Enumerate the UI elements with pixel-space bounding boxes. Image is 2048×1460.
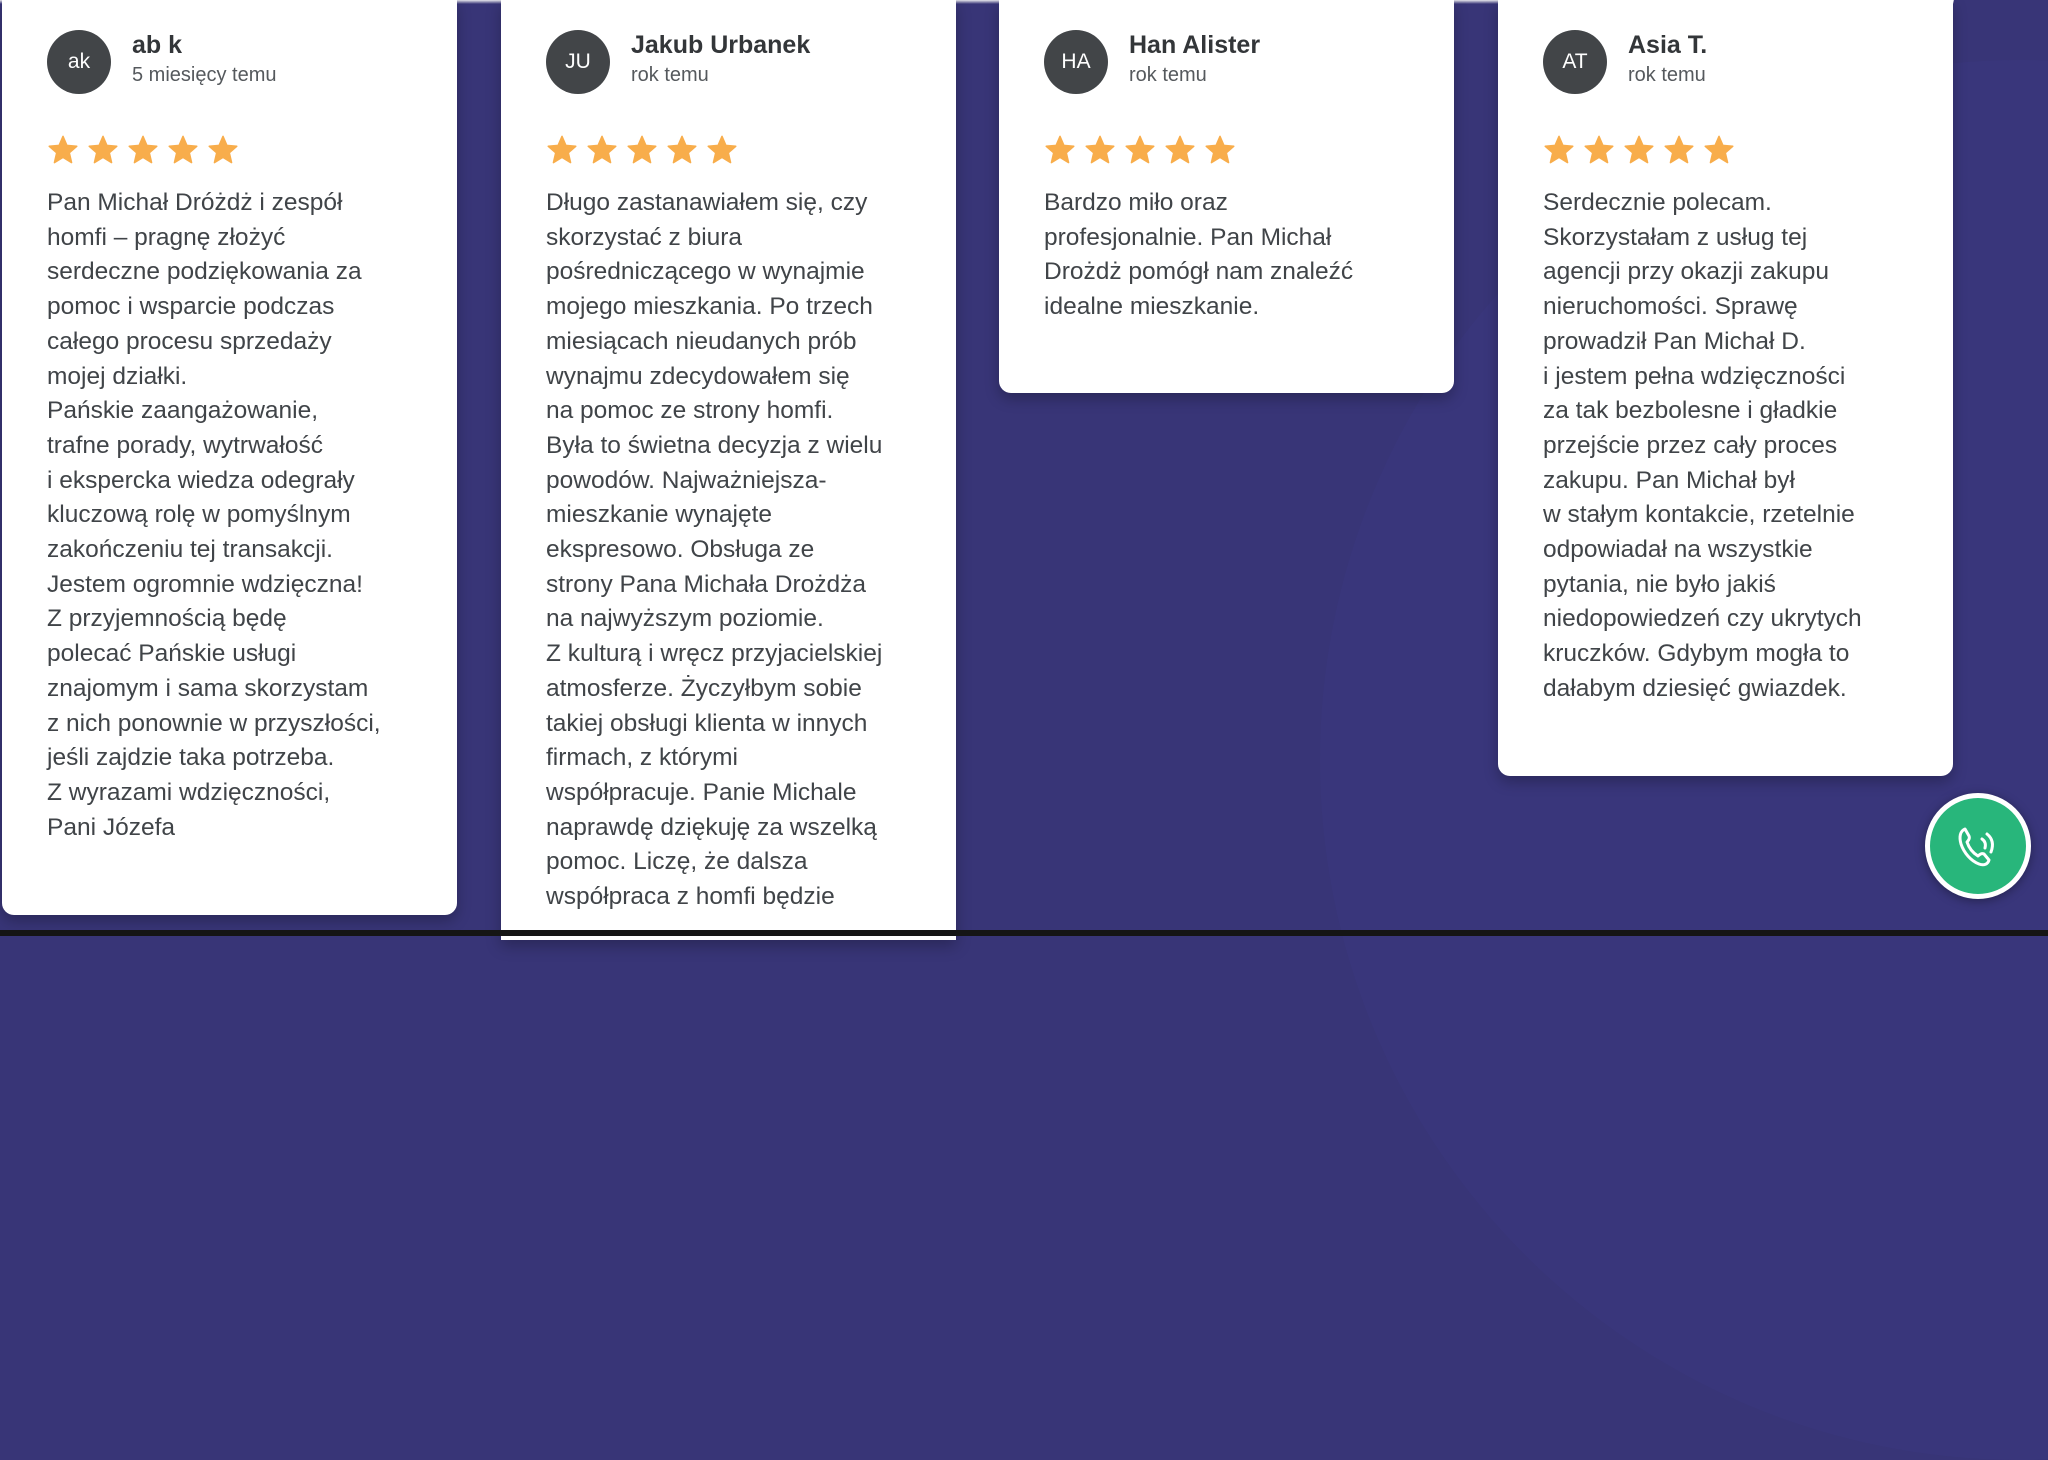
review-text: Pan Michał Dróżdż i zespół homfi – pragn… <box>47 189 381 841</box>
reviewer-meta: Asia T. rok temu <box>1628 30 1707 88</box>
avatar: AT <box>1543 30 1607 94</box>
reviewer-name: Jakub Urbanek <box>631 31 811 59</box>
star-icon <box>707 135 737 164</box>
review-card: AT Asia T. rok temu Serdecznie polecam. … <box>1498 0 1953 776</box>
star-icon <box>627 135 657 164</box>
star-icon <box>128 135 158 164</box>
star-icon <box>208 135 238 164</box>
review-time: 5 miesięcy temu <box>132 64 277 86</box>
star-icon <box>1205 135 1235 164</box>
reviewer-meta: Jakub Urbanek rok temu <box>631 30 810 88</box>
review-header: ak ab k 5 miesięcy temu <box>47 30 417 94</box>
star-icon <box>168 135 198 164</box>
star-icon <box>1045 135 1075 164</box>
star-icon <box>667 135 697 164</box>
star-icon <box>48 135 78 164</box>
reviewer-meta: ab k 5 miesięcy temu <box>132 30 277 88</box>
star-icon <box>587 135 617 164</box>
call-button[interactable] <box>1925 793 2031 899</box>
review-card: ak ab k 5 miesięcy temu Pan Michał Dróżd… <box>2 0 457 915</box>
review-header: JU Jakub Urbanek rok temu <box>546 30 916 94</box>
phone-call-icon <box>1958 827 1994 867</box>
review-time: rok temu <box>631 64 709 86</box>
avatar: ak <box>47 30 111 94</box>
star-icon <box>547 135 577 164</box>
review-header: AT Asia T. rok temu <box>1543 30 1913 94</box>
review-text: Bardzo miło oraz profesjonalnie. Pan Mic… <box>1044 189 1354 321</box>
review-card: JU Jakub Urbanek rok temu Długo zastanaw… <box>501 0 956 940</box>
star-icon <box>1125 135 1155 164</box>
review-time: rok temu <box>1628 64 1706 86</box>
star-icon <box>88 135 118 164</box>
reviewer-name: Asia T. <box>1628 31 1708 59</box>
reviewer-name: ab k <box>132 31 183 59</box>
review-time: rok temu <box>1129 64 1207 86</box>
reviewer-meta: Han Alister rok temu <box>1129 30 1260 88</box>
review-header: HA Han Alister rok temu <box>1044 30 1414 94</box>
page-bottom-edge <box>0 930 2048 936</box>
star-icon <box>1544 135 1574 164</box>
star-icon <box>1584 135 1614 164</box>
avatar: JU <box>546 30 610 94</box>
star-icon <box>1085 135 1115 164</box>
star-rating <box>546 134 916 168</box>
reviewer-name: Han Alister <box>1129 31 1261 59</box>
review-text: Długo zastanawiałem się, czy skorzystać … <box>546 189 883 911</box>
review-text: Serdecznie polecam. Skorzystałam z usług… <box>1543 189 1862 702</box>
avatar: HA <box>1044 30 1108 94</box>
star-icon <box>1704 135 1734 164</box>
star-icon <box>1624 135 1654 164</box>
star-rating <box>47 134 417 168</box>
star-icon <box>1664 135 1694 164</box>
review-card: HA Han Alister rok temu Bardzo miło oraz… <box>999 0 1454 393</box>
star-rating <box>1543 134 1913 168</box>
star-icon <box>1165 135 1195 164</box>
star-rating <box>1044 134 1414 168</box>
